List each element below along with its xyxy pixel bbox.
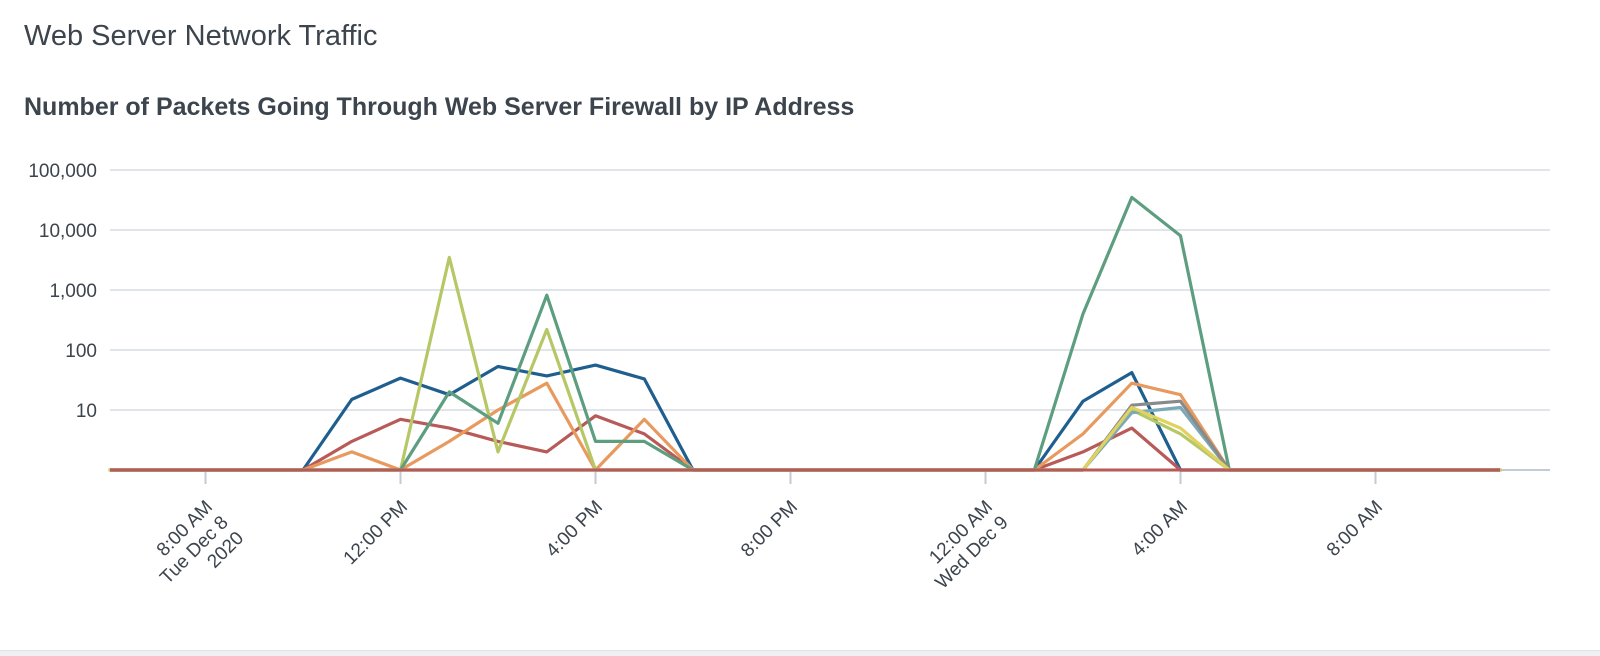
x-tick-label: 12:00 AMWed Dec 9 — [916, 497, 1013, 594]
series-line-3[interactable] — [108, 381, 1502, 472]
x-tick-label: 8:00 PM — [737, 497, 802, 562]
series-line-2[interactable] — [108, 414, 1502, 472]
y-tick-label: 100 — [65, 341, 97, 362]
x-tick-label: 4:00 AM — [1128, 497, 1192, 561]
series-layer[interactable] — [108, 195, 1502, 472]
x-tick-label: 8:00 AM — [1323, 497, 1387, 561]
series-line-5[interactable] — [108, 195, 1502, 472]
x-tick-label: 8:00 AMTue Dec 82020 — [141, 497, 248, 604]
x-tick-label: 4:00 PM — [542, 497, 607, 562]
grid-layer — [110, 169, 1550, 411]
y-tick-label: 10,000 — [39, 221, 97, 242]
line-chart[interactable]: 10 100 1,000 10,000 100,000 8:00 AMTue Dec 82… — [0, 0, 1600, 650]
y-tick-label: 1,000 — [49, 281, 97, 302]
axis-layer — [110, 469, 1550, 484]
y-tick-label: 10 — [76, 401, 97, 422]
dashboard-panel: Web Server Network Traffic Number of Pac… — [0, 0, 1600, 651]
y-tick-label: 100,000 — [28, 161, 97, 182]
series-line-1[interactable] — [108, 363, 1502, 472]
x-tick-label: 12:00 PM — [340, 497, 412, 569]
tick-label-layer: 10 100 1,000 10,000 100,000 8:00 AMTue Dec 82… — [28, 161, 1387, 604]
